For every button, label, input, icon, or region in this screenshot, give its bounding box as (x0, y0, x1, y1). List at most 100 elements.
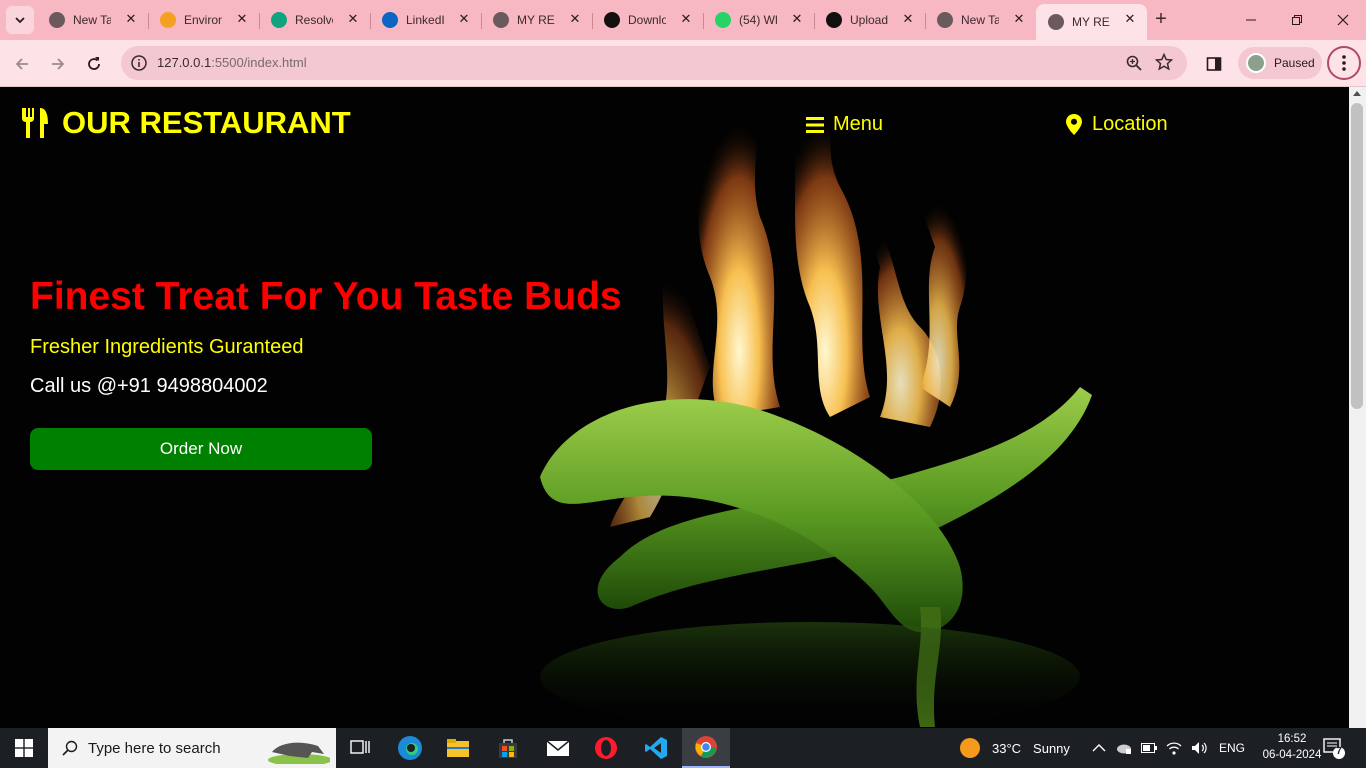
profile-button[interactable]: Paused (1238, 47, 1322, 79)
taskbar-chrome[interactable] (682, 728, 730, 768)
taskbar-edge[interactable] (386, 728, 434, 768)
notification-count-badge: 7 (1336, 746, 1342, 757)
taskbar-opera[interactable] (582, 728, 630, 768)
scroll-up-arrow-icon[interactable] (1353, 91, 1361, 96)
tab-close-icon[interactable]: ✕ (901, 12, 915, 26)
weather-condition: Sunny (1033, 740, 1070, 756)
weather-widget[interactable]: 33°C Sunny (960, 728, 1070, 768)
taskbar-clock[interactable]: 16:52 06-04-2024 (1262, 731, 1322, 763)
new-tab-button[interactable]: + (1150, 8, 1172, 30)
nav-menu-link[interactable]: Menu (806, 113, 883, 136)
store-bag-icon (499, 739, 517, 758)
forward-button[interactable] (44, 50, 72, 78)
side-panel-button[interactable] (1200, 50, 1228, 78)
chrome-icon (937, 12, 953, 28)
profile-status: Paused (1274, 56, 1315, 70)
order-now-button[interactable]: Order Now (30, 428, 372, 470)
tab-close-icon[interactable]: ✕ (457, 12, 471, 26)
tab-close-icon[interactable]: ✕ (235, 12, 249, 26)
browser-tab[interactable]: Upload ✕ (814, 4, 926, 36)
windows-logo-icon (15, 739, 33, 757)
chevron-down-icon (15, 17, 25, 24)
restore-button[interactable] (1274, 0, 1320, 40)
bookmark-star-icon[interactable] (1155, 53, 1173, 71)
taskbar-search-box[interactable]: Type here to search (48, 728, 336, 768)
task-view-button[interactable] (336, 728, 384, 768)
globe-icon (493, 12, 509, 28)
browser-tab[interactable]: New Tab ✕ (37, 4, 149, 36)
more-vertical-icon (1342, 55, 1346, 71)
minimize-button[interactable] (1228, 0, 1274, 40)
hero-subtitle: Fresher Ingredients Guranteed (30, 336, 304, 358)
browser-tab[interactable]: Download ✕ (592, 4, 704, 36)
browser-tab[interactable]: LinkedIn ✕ (370, 4, 482, 36)
volume-icon[interactable] (1191, 741, 1209, 755)
browser-tab[interactable]: Environment ✕ (148, 4, 260, 36)
tab-title: LinkedIn (406, 13, 444, 27)
mail-icon (546, 740, 570, 756)
browser-tab[interactable]: (54) WhatsApp ✕ (703, 4, 815, 36)
folder-icon (447, 739, 469, 757)
download-site-icon (604, 12, 620, 28)
tab-strip: New Tab✕Environment✕Resolve✕LinkedIn✕MY … (0, 0, 1366, 40)
taskbar-mail[interactable] (534, 728, 582, 768)
url-host: 127.0.0.1 (157, 55, 212, 70)
tab-close-icon[interactable]: ✕ (1012, 12, 1026, 26)
zoom-icon[interactable] (1125, 54, 1143, 72)
tab-close-icon[interactable]: ✕ (790, 12, 804, 26)
tab-search-button[interactable] (6, 6, 34, 34)
tab-close-icon[interactable]: ✕ (568, 12, 582, 26)
side-panel-icon (1206, 57, 1222, 71)
tab-close-icon[interactable]: ✕ (346, 12, 360, 26)
notification-center-button[interactable]: 7 (1322, 736, 1346, 760)
reload-button[interactable] (80, 50, 108, 78)
taskbar-vscode[interactable] (632, 728, 680, 768)
browser-menu-button[interactable] (1327, 46, 1361, 80)
search-icon (62, 740, 78, 756)
task-view-icon (350, 740, 370, 754)
restaurant-logo[interactable]: OUR RESTAURANT (20, 105, 351, 141)
tab-close-icon[interactable]: ✕ (1123, 12, 1137, 26)
nav-location-link[interactable]: Location (1066, 113, 1168, 136)
search-highlight-icon (268, 742, 330, 764)
edge-icon (398, 736, 422, 760)
opera-icon (595, 737, 617, 759)
battery-icon[interactable] (1141, 743, 1157, 753)
language-indicator[interactable]: ENG (1219, 741, 1245, 755)
browser-tab[interactable]: MY RESTAURANT ✕ (481, 4, 593, 36)
chrome-icon (49, 12, 65, 28)
browser-tab[interactable]: New Tab ✕ (925, 4, 1036, 36)
map-pin-icon (1066, 114, 1082, 135)
tab-close-icon[interactable]: ✕ (679, 12, 693, 26)
scrollbar-thumb[interactable] (1351, 103, 1363, 409)
back-button[interactable] (8, 50, 36, 78)
browser-tab[interactable]: Resolve ✕ (259, 4, 371, 36)
close-window-button[interactable] (1320, 0, 1366, 40)
restaurant-page: OUR RESTAURANT Menu Location Finest Trea… (0, 87, 1349, 728)
taskbar-file-explorer[interactable] (434, 728, 482, 768)
tab-close-icon[interactable]: ✕ (124, 12, 138, 26)
github-icon (826, 12, 842, 28)
clock-date: 06-04-2024 (1262, 749, 1322, 761)
taskbar-store[interactable] (484, 728, 532, 768)
tab-title: Download (628, 13, 666, 27)
flaming-chillies-image (540, 87, 1092, 728)
start-button[interactable] (0, 728, 48, 768)
openai-icon (271, 12, 287, 28)
address-bar[interactable]: 127.0.0.1:5500/index.html (121, 46, 1187, 80)
network-cloud-icon[interactable] (1116, 741, 1132, 755)
page-scrollbar[interactable] (1349, 87, 1366, 728)
chevron-up-icon[interactable] (1092, 743, 1106, 753)
sun-icon (960, 738, 980, 758)
info-icon[interactable] (130, 54, 148, 72)
tab-title: Upload (850, 13, 888, 27)
browser-tab[interactable]: MY RESTAURANT ✕ (1036, 4, 1147, 40)
wifi-icon[interactable] (1166, 741, 1182, 755)
tab-title: MY RESTAURANT (517, 13, 555, 27)
system-tray: ENG (1092, 728, 1245, 768)
url-text[interactable]: 127.0.0.1:5500/index.html (157, 55, 307, 70)
tab-title: New Tab (73, 13, 111, 27)
arrow-left-icon (15, 58, 28, 70)
tab-title: Resolve (295, 13, 333, 27)
linkedin-icon (382, 12, 398, 28)
